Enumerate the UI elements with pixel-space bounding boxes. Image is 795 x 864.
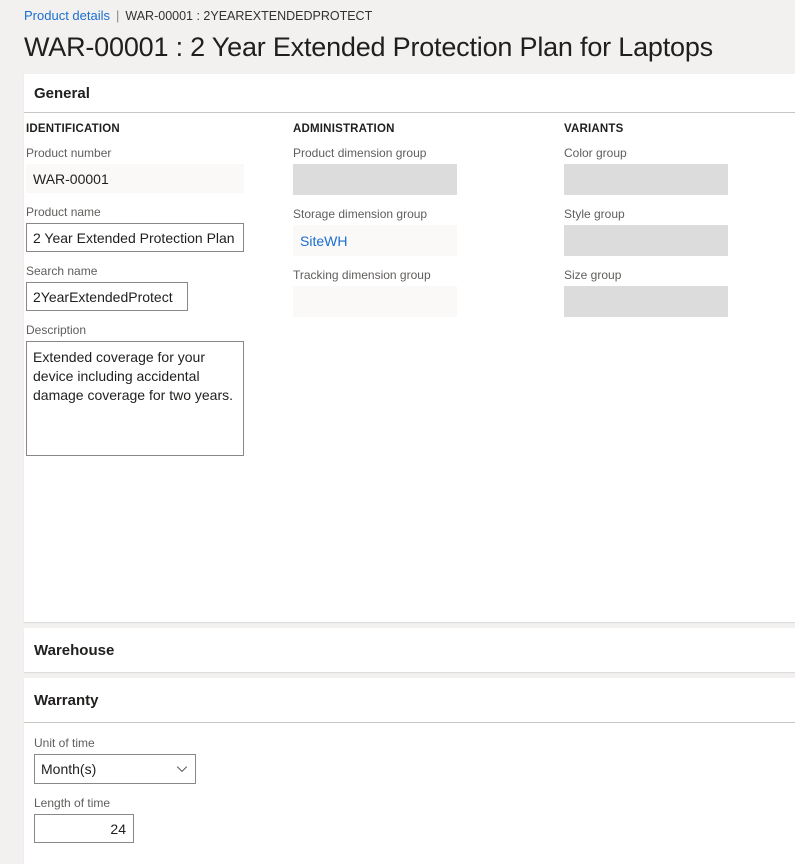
group-variants: VARIANTS Color group Style group Size gr… <box>564 123 784 328</box>
field-search-name-label: Search name <box>26 264 98 278</box>
field-length-of-time: Length of time <box>34 795 785 843</box>
page-header: Product details | WAR-00001 : 2YEAREXTENDE… <box>0 0 795 64</box>
group-administration-title: ADMINISTRATION <box>293 123 395 135</box>
section-warehouse-title: Warehouse <box>34 641 115 659</box>
section-warranty-body: Unit of time Month(s) Length of time <box>24 723 795 864</box>
size-group-input <box>564 286 728 317</box>
search-name-input[interactable] <box>26 282 188 311</box>
field-product-number-label: Product number <box>26 146 112 160</box>
section-general-body: IDENTIFICATION Product number Product na… <box>24 113 795 683</box>
unit-of-time-select-wrapper: Month(s) <box>34 754 196 784</box>
field-search-name: Search name <box>26 263 276 311</box>
group-administration: ADMINISTRATION Product dimension group S… <box>293 123 543 328</box>
product-dimension-group-input <box>293 164 457 195</box>
field-tracking-dimension-group: Tracking dimension group <box>293 267 543 317</box>
field-color-group-label: Color group <box>564 146 627 160</box>
field-style-group: Style group <box>564 206 784 256</box>
length-of-time-input[interactable] <box>34 814 134 843</box>
field-storage-dimension-group-label: Storage dimension group <box>293 207 428 221</box>
group-identification: IDENTIFICATION Product number Product na… <box>26 123 276 467</box>
product-details-page: Product details | WAR-00001 : 2YEAREXTENDE… <box>0 0 795 864</box>
tracking-dimension-group-input[interactable] <box>293 286 457 317</box>
section-general-title: General <box>34 84 90 102</box>
field-product-name-label: Product name <box>26 205 101 219</box>
page-title: WAR-00001 : 2 Year Extended Protection P… <box>24 32 713 62</box>
section-general: General IDENTIFICATION Product number Pr… <box>24 74 795 622</box>
field-style-group-label: Style group <box>564 207 625 221</box>
field-product-number: Product number <box>26 145 276 193</box>
field-color-group: Color group <box>564 145 784 195</box>
field-product-dimension-group-label: Product dimension group <box>293 146 427 160</box>
field-description-label: Description <box>26 323 87 337</box>
group-variants-title: VARIANTS <box>564 123 624 135</box>
field-unit-of-time-label: Unit of time <box>34 736 95 750</box>
section-warranty-title: Warranty <box>34 691 99 709</box>
field-tracking-dimension-group-label: Tracking dimension group <box>293 268 431 282</box>
section-warehouse-header[interactable]: Warehouse <box>24 628 795 672</box>
section-warranty: Warranty Unit of time Month(s) Length of… <box>24 678 795 864</box>
group-identification-title: IDENTIFICATION <box>26 123 120 135</box>
field-length-of-time-label: Length of time <box>34 796 111 810</box>
product-name-input[interactable] <box>26 223 244 252</box>
style-group-input <box>564 225 728 256</box>
breadcrumb-separator: | <box>116 8 120 23</box>
field-unit-of-time: Unit of time Month(s) <box>34 735 785 784</box>
section-warehouse: Warehouse <box>24 628 795 672</box>
field-product-dimension-group: Product dimension group <box>293 145 543 195</box>
field-storage-dimension-group: Storage dimension group <box>293 206 543 256</box>
unit-of-time-select[interactable]: Month(s) <box>34 754 196 784</box>
field-size-group-label: Size group <box>564 268 622 282</box>
breadcrumb: Product details | WAR-00001 : 2YEAREXTENDE… <box>24 8 795 28</box>
color-group-input <box>564 164 728 195</box>
field-size-group: Size group <box>564 267 784 317</box>
product-number-input[interactable] <box>26 164 244 193</box>
section-warranty-header[interactable]: Warranty <box>24 678 795 722</box>
field-description: Description <box>26 322 276 456</box>
description-textarea[interactable] <box>26 341 244 456</box>
storage-dimension-group-input[interactable] <box>293 225 457 256</box>
field-product-name: Product name <box>26 204 276 252</box>
breadcrumb-link-product-details[interactable]: Product details <box>24 8 110 23</box>
section-general-header[interactable]: General <box>24 74 795 112</box>
breadcrumb-current: WAR-00001 : 2YEAREXTENDEDPROTECT <box>125 9 373 23</box>
